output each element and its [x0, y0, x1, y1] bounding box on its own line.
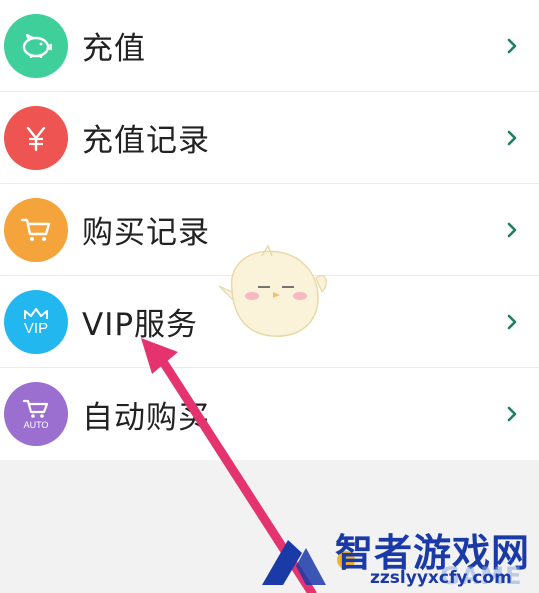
menu-item-label: 充值记录 — [82, 123, 210, 159]
auto-icon-text: AUTO — [23, 420, 49, 430]
yen-icon — [4, 105, 68, 170]
vip-crown-icon: VIP — [4, 289, 68, 354]
vip-icon-text: VIP — [23, 320, 49, 337]
menu-item-recharge[interactable]: 充值 — [0, 0, 539, 92]
menu-item-label: 自动购买 — [82, 399, 210, 436]
menu-list: 充值 充值记录 购买记录 VIP VIP服务 AUTO 自动购买 — [0, 0, 539, 460]
auto-cart-icon: AUTO — [4, 382, 68, 446]
menu-item-label: 充值 — [82, 31, 146, 67]
chevron-right-icon — [503, 310, 521, 334]
chevron-right-icon — [503, 402, 521, 426]
menu-item-label: VIP服务 — [82, 307, 199, 343]
chevron-right-icon — [503, 218, 521, 242]
cart-icon — [4, 197, 68, 262]
menu-item-label: 购买记录 — [82, 215, 210, 251]
watermark-url: zzslyyxcfy.com — [370, 568, 512, 588]
chevron-right-icon — [503, 34, 521, 58]
piggy-bank-icon — [4, 13, 68, 78]
menu-item-auto-purchase[interactable]: AUTO 自动购买 — [0, 368, 539, 460]
chevron-right-icon — [503, 126, 521, 150]
menu-item-purchase-history[interactable]: 购买记录 — [0, 184, 539, 276]
menu-item-vip-service[interactable]: VIP VIP服务 — [0, 276, 539, 368]
menu-item-recharge-history[interactable]: 充值记录 — [0, 92, 539, 184]
